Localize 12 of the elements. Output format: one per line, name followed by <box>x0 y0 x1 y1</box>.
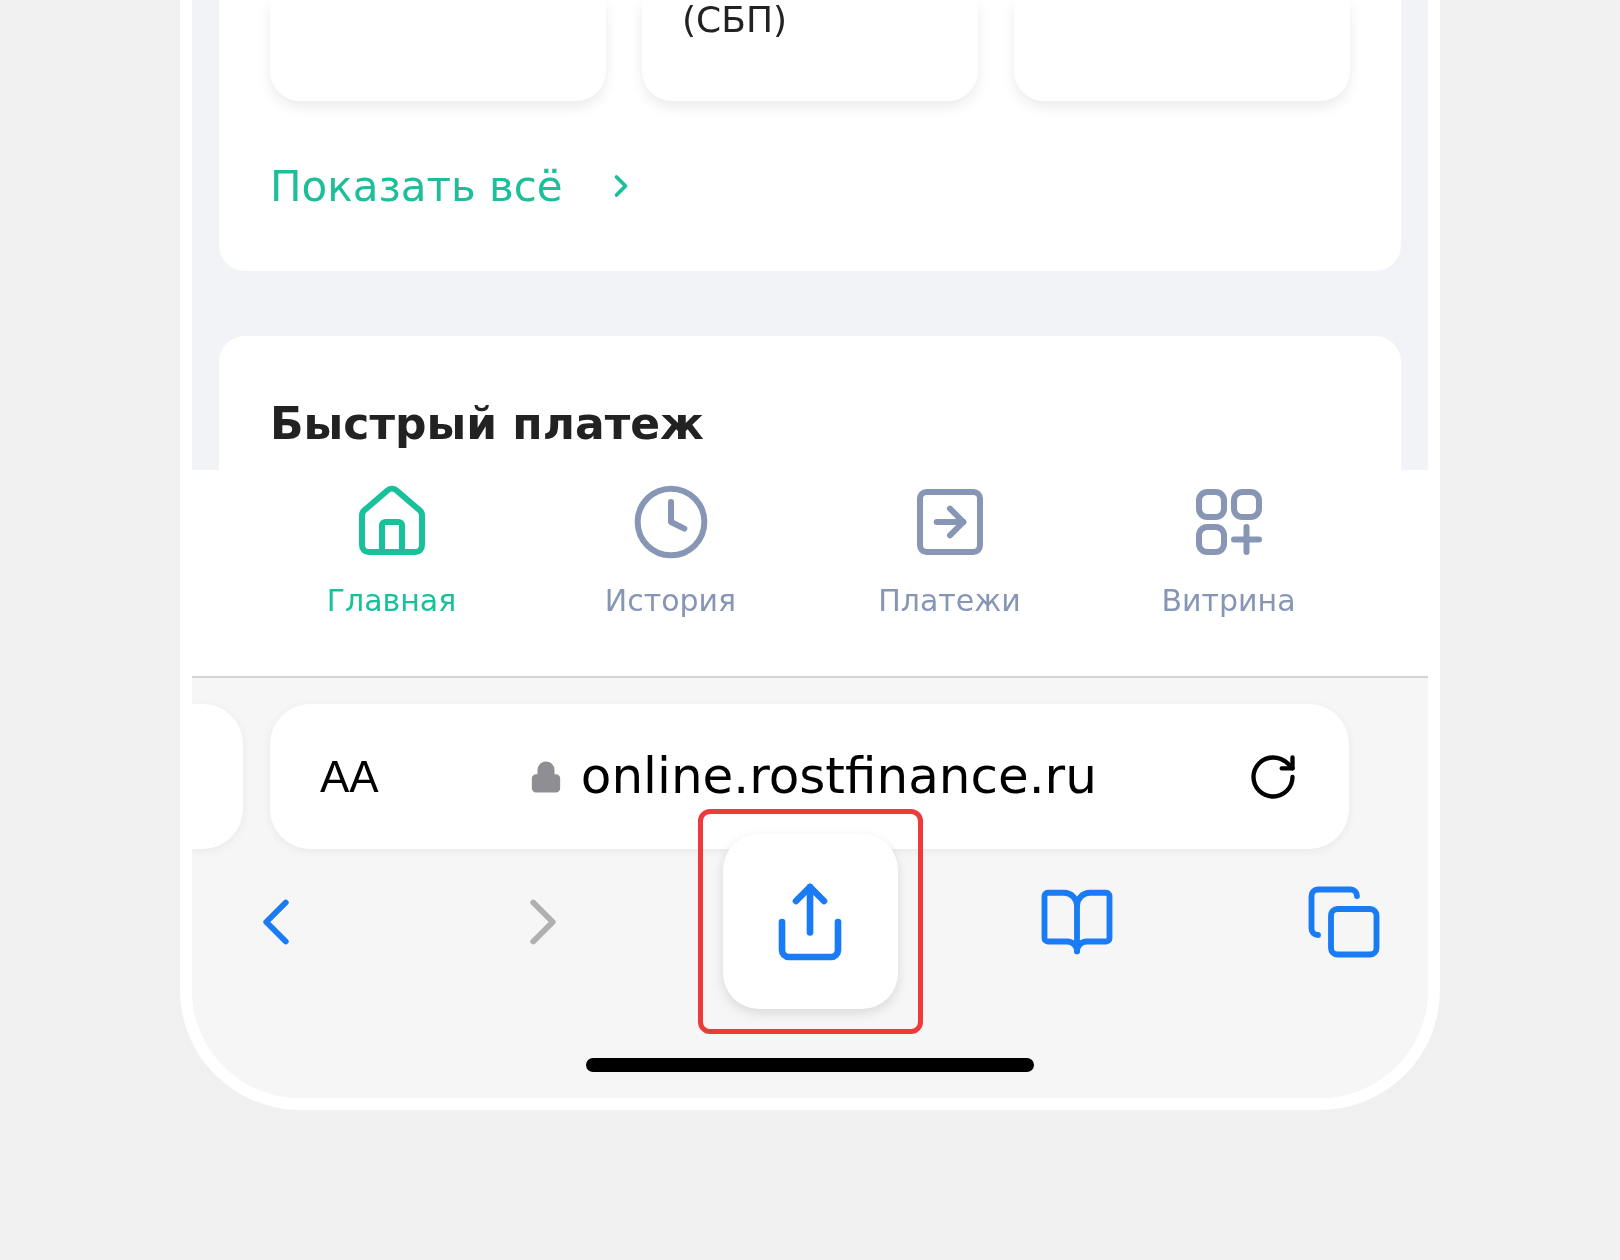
option-card[interactable]: (СБП) <box>642 0 978 101</box>
nav-tab[interactable]: Главная <box>252 482 531 676</box>
nav-tab[interactable]: Платежи <box>810 482 1089 676</box>
show-all-link[interactable]: Показать всё <box>270 154 563 218</box>
card-label: (СБП) <box>682 0 788 40</box>
nav-tab[interactable]: Витрина <box>1089 482 1368 676</box>
url-text: online.rostfinance.ru <box>580 746 1097 807</box>
address-bar[interactable]: AA online.rostfinance.ru <box>270 704 1349 849</box>
nav-tab[interactable]: История <box>531 482 810 676</box>
share-button[interactable] <box>722 834 898 1009</box>
text-size-button[interactable]: AA <box>320 743 379 810</box>
section-heading: Быстрый платеж <box>270 398 705 450</box>
